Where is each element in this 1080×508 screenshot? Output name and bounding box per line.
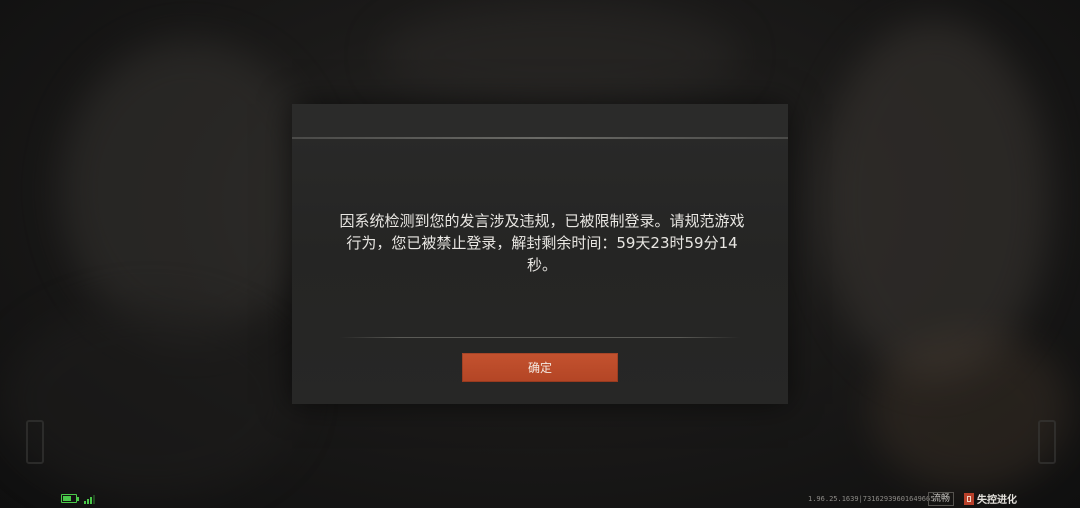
background-blur — [60, 40, 320, 340]
quality-badge[interactable]: 流畅 — [928, 492, 955, 506]
signal-icon — [84, 494, 96, 504]
background-blur — [820, 20, 1050, 380]
logo-mark-icon — [964, 492, 974, 505]
version-text: 1.96.25.1639|73162939601649665 — [808, 495, 935, 503]
dialog-divider-top — [292, 137, 788, 139]
confirm-button[interactable]: 确定 — [462, 353, 618, 382]
signal-bar — [93, 495, 95, 504]
brand-name: 失控进化 — [977, 495, 1017, 506]
game-screen: 因系统检测到您的发言涉及违规，已被限制登录。请规范游戏行为，您已被禁止登录，解封… — [0, 0, 1080, 508]
signal-bar — [87, 499, 89, 504]
dialog-divider-bottom — [340, 337, 740, 338]
right-edge-marker — [1038, 420, 1056, 464]
signal-bar — [84, 501, 86, 504]
background-blur — [380, 0, 740, 110]
ban-message: 因系统检测到您的发言涉及违规，已被限制登录。请规范游戏行为，您已被禁止登录，解封… — [339, 212, 745, 274]
ban-notice-dialog: 因系统检测到您的发言涉及违规，已被限制登录。请规范游戏行为，您已被禁止登录，解封… — [292, 104, 788, 404]
game-logo: 失控进化 — [964, 491, 1017, 506]
left-edge-marker — [26, 420, 44, 464]
background-blur — [870, 330, 1070, 490]
background-blur — [0, 300, 300, 500]
battery-icon — [61, 494, 79, 503]
dialog-header — [292, 104, 788, 137]
battery-level-fill — [63, 496, 71, 501]
signal-bar — [90, 497, 92, 504]
